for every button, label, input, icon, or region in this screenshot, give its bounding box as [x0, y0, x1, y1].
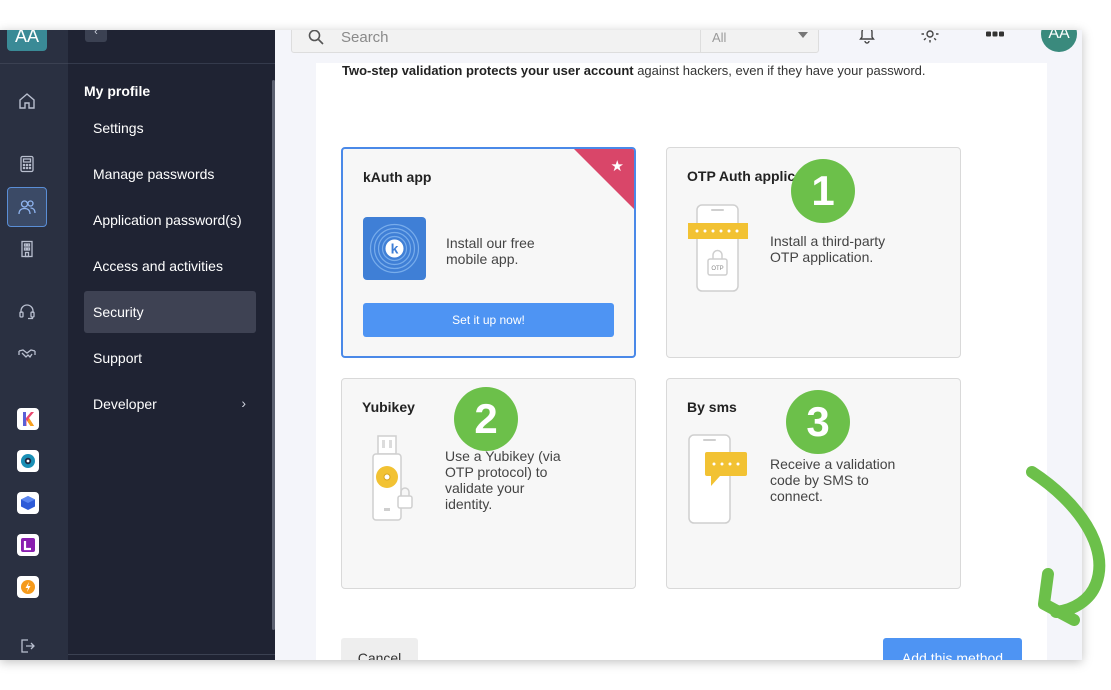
card-title: Yubikey [362, 399, 415, 415]
cancel-button[interactable]: Cancel [341, 638, 418, 660]
power-app-icon[interactable] [17, 576, 39, 598]
handshake-icon[interactable] [7, 334, 47, 374]
menu-item-manage-passwords[interactable]: Manage passwords [84, 153, 256, 195]
kauth-logo-icon: k [363, 217, 426, 280]
search-input[interactable]: Search [341, 30, 389, 46]
phone-otp-icon: OTP [687, 203, 749, 300]
kmeet-app-icon[interactable] [17, 534, 39, 556]
menu-item-application-passwords[interactable]: Application password(s) [84, 199, 256, 241]
menu-item-settings[interactable]: Settings [84, 107, 256, 149]
calculator-icon[interactable] [7, 144, 47, 184]
phone-sms-icon [687, 434, 749, 531]
account-avatar[interactable]: AA [7, 30, 47, 51]
search-icon [308, 30, 324, 50]
menu-item-developer[interactable]: Developer › [84, 383, 256, 425]
usb-key-icon [370, 434, 416, 529]
setup-now-button[interactable]: Set it up now! [363, 303, 614, 337]
icon-rail: AA [0, 30, 68, 660]
home-icon[interactable] [7, 81, 47, 121]
menu-scrollbar[interactable] [272, 80, 275, 630]
card-title: By sms [687, 399, 737, 415]
step-badge-3: 3 [786, 390, 850, 454]
kauth-logo-letter: k [391, 241, 399, 257]
rail-divider [0, 63, 68, 64]
main-content: Two-step validation protects your user a… [316, 63, 1047, 660]
gear-icon[interactable] [918, 30, 942, 46]
apps-grid-icon[interactable] [983, 30, 1007, 46]
menu-title: My profile [84, 83, 151, 99]
collapse-menu-button[interactable]: ‹ [85, 30, 107, 42]
intro-text: Two-step validation protects your user a… [342, 63, 926, 78]
otp-icon-label: OTP [711, 266, 723, 272]
building-icon[interactable] [7, 229, 47, 269]
card-description: Install our free mobile app. [446, 235, 535, 267]
method-card-kauth[interactable]: ★ kAuth app k Install our free mobile ap… [341, 147, 636, 358]
annotation-arrow-icon [1026, 466, 1106, 626]
users-icon[interactable] [7, 187, 47, 227]
menu-bottom-divider [68, 654, 275, 655]
step-badge-2: 2 [454, 387, 518, 451]
star-icon: ★ [610, 158, 624, 175]
menu-item-support[interactable]: Support [84, 337, 256, 379]
headset-icon[interactable] [7, 292, 47, 332]
menu-divider [68, 63, 275, 64]
bell-icon[interactable] [855, 30, 879, 46]
chevron-right-icon: › [241, 395, 246, 411]
profile-menu: ‹ My profile Settings Manage passwords A… [68, 30, 275, 660]
card-description: Receive a validation code by SMS to conn… [770, 456, 896, 504]
card-description: Install a third-party OTP application. [770, 233, 886, 265]
kdrive-app-icon[interactable] [17, 408, 39, 430]
chevron-down-icon [798, 32, 808, 38]
search-bar: Search All [291, 30, 819, 53]
kchat-app-icon[interactable] [17, 450, 39, 472]
card-title: kAuth app [363, 169, 432, 185]
search-filter-select[interactable]: All [712, 30, 726, 45]
step-badge-1: 1 [791, 159, 855, 223]
cube-app-icon[interactable] [17, 492, 39, 514]
app-window: AA ‹ My profile Settings Manage password… [0, 30, 1082, 660]
add-method-button[interactable]: Add this method [883, 638, 1022, 660]
recommended-ribbon [574, 149, 634, 209]
user-avatar[interactable]: AA [1041, 30, 1077, 52]
card-description: Use a Yubikey (via OTP protocol) to vali… [445, 448, 561, 512]
logout-icon[interactable] [7, 626, 47, 660]
menu-item-security[interactable]: Security [84, 291, 256, 333]
search-separator [700, 30, 701, 52]
menu-item-access-activities[interactable]: Access and activities [84, 245, 256, 287]
chevron-left-icon: ‹ [94, 30, 98, 38]
